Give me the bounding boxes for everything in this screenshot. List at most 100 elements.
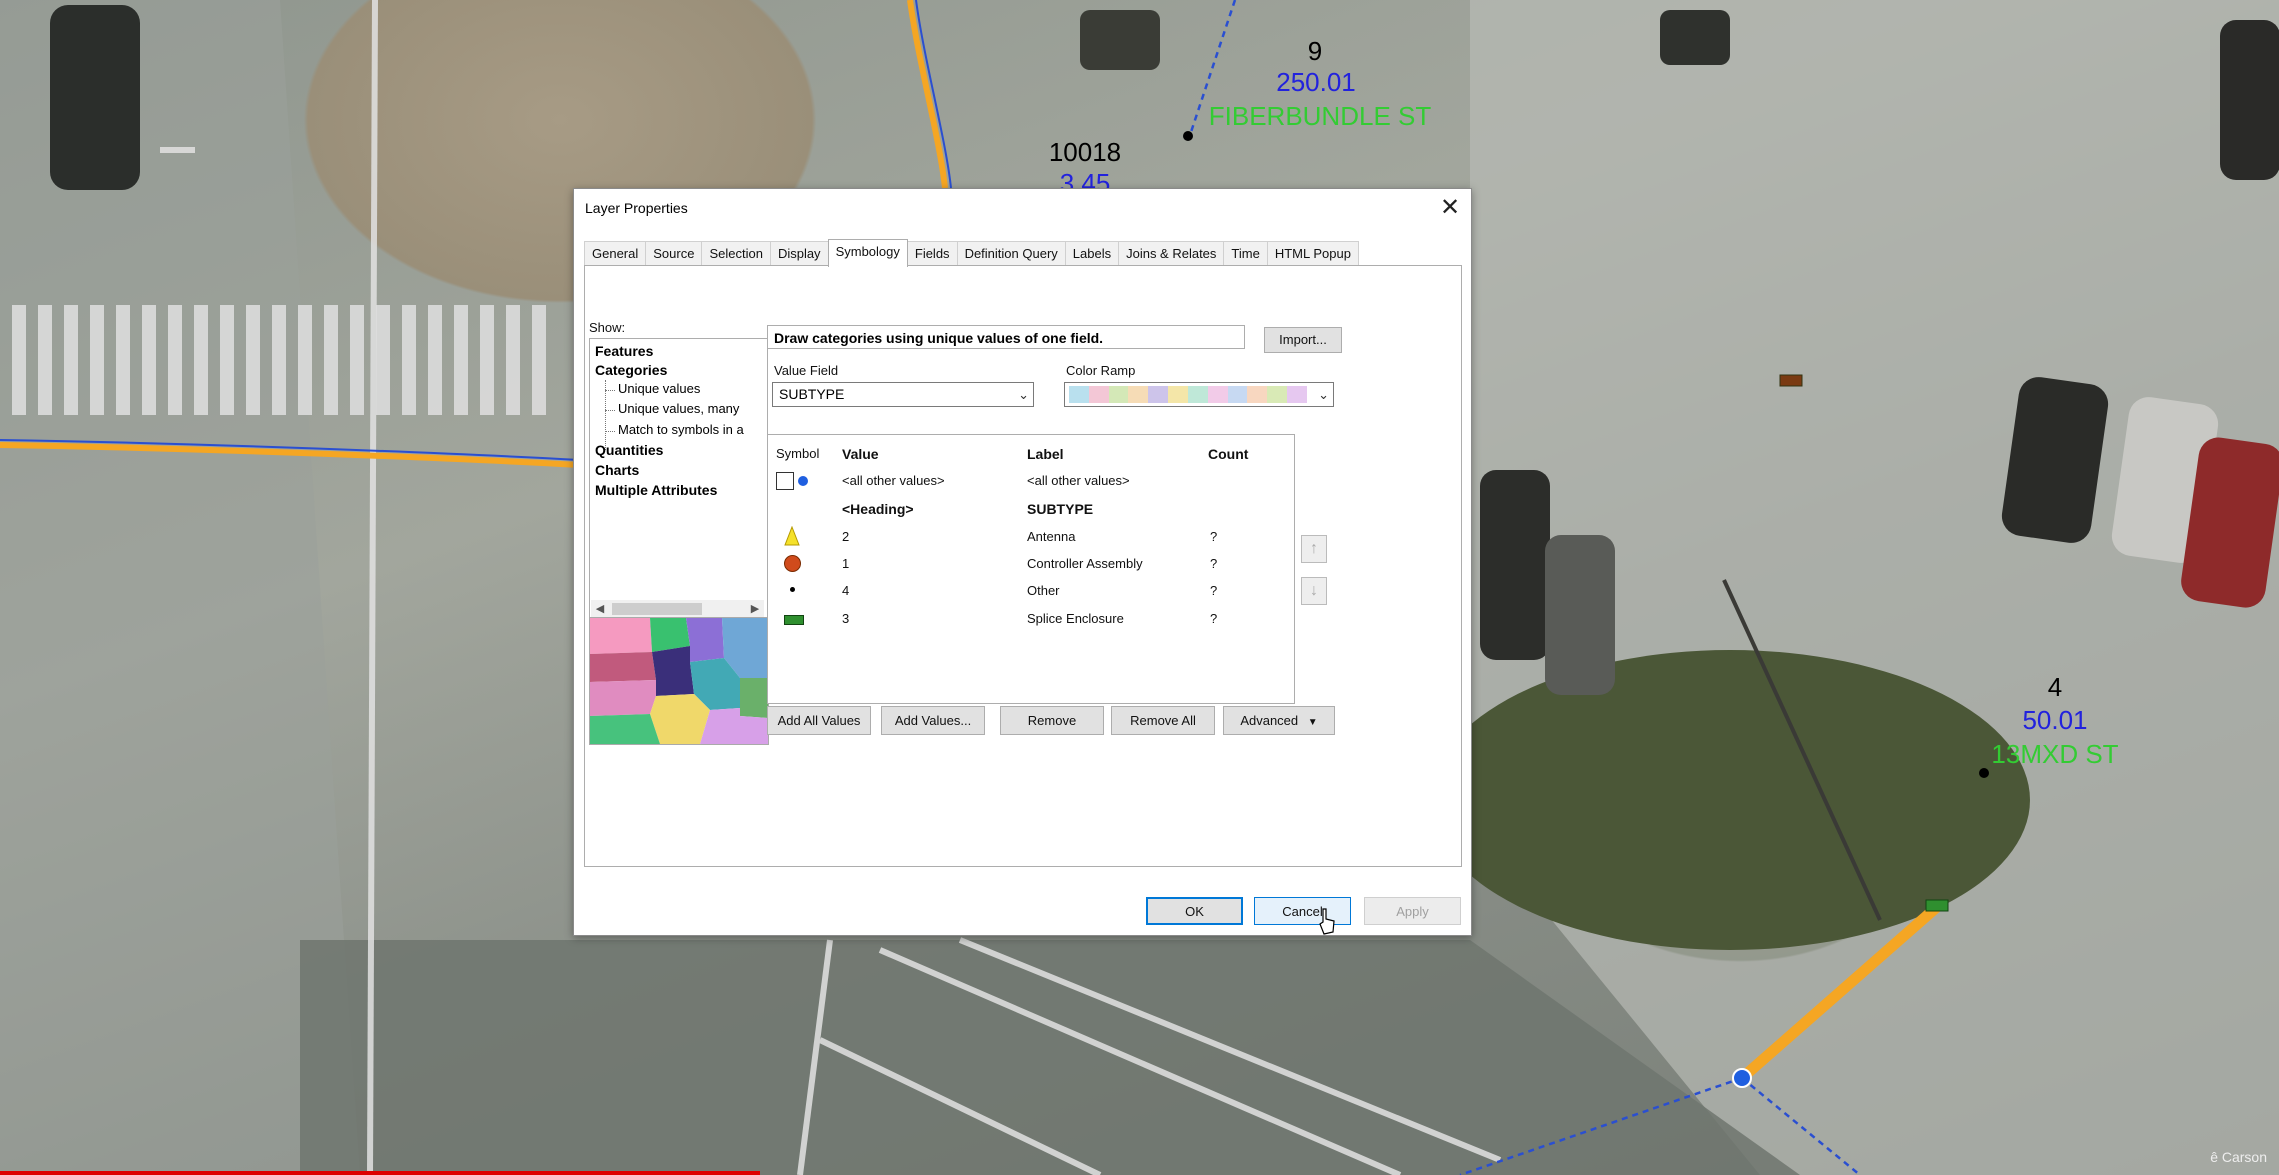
tab-time[interactable]: Time <box>1223 241 1268 266</box>
checkbox[interactable] <box>776 472 794 490</box>
tab-joins-relates[interactable]: Joins & Relates <box>1118 241 1225 266</box>
chevron-down-icon[interactable]: ⌄ <box>1018 383 1029 406</box>
move-up-icon[interactable]: ↑ <box>1301 535 1327 563</box>
color-ramp-swatch-4 <box>1148 386 1169 403</box>
row-label: SUBTYPE <box>1027 501 1094 517</box>
value-field-select[interactable]: SUBTYPE ⌄ <box>772 382 1034 407</box>
row-label: Other <box>1027 583 1060 598</box>
tree-item-charts[interactable]: Charts <box>595 462 639 478</box>
map-label-id: 9 <box>1307 36 1323 66</box>
tab-strip: General Source Selection Display Symbolo… <box>584 239 1359 267</box>
advanced-label: Advanced <box>1240 713 1299 728</box>
color-ramp-swatch-2 <box>1108 386 1129 403</box>
color-ramp-swatch-3 <box>1128 386 1149 403</box>
tab-display[interactable]: Display <box>769 241 829 266</box>
tree-item-categories[interactable]: Categories <box>595 362 667 378</box>
tree-item-multiple-attributes[interactable]: Multiple Attributes <box>595 482 717 498</box>
value-field-value: SUBTYPE <box>779 386 845 402</box>
row-value: 3 <box>842 611 850 626</box>
show-label: Show: <box>589 320 626 335</box>
color-ramp-label: Color Ramp <box>1066 363 1136 378</box>
tab-labels[interactable]: Labels <box>1064 241 1120 266</box>
controller-assembly-icon <box>784 555 801 572</box>
map-label-type: FIBERBUNDLE ST <box>1208 101 1432 131</box>
tab-fields[interactable]: Fields <box>906 241 958 266</box>
row-value: <Heading> <box>842 501 914 517</box>
tree-item-features[interactable]: Features <box>595 343 653 359</box>
row-value: 4 <box>842 583 850 598</box>
row-value: <all other values> <box>842 473 945 488</box>
layer-properties-dialog: Layer Properties ✕ General Source Select… <box>573 188 1472 936</box>
add-all-values-button[interactable]: Add All Values <box>767 706 871 735</box>
tab-definition-query[interactable]: Definition Query <box>956 241 1066 266</box>
column-header-count[interactable]: Count <box>1208 446 1248 462</box>
dialog-titlebar[interactable]: Layer Properties ✕ <box>574 189 1471 229</box>
remove-all-button[interactable]: Remove All <box>1111 706 1215 735</box>
apply-button[interactable]: Apply <box>1364 897 1461 925</box>
scroll-right-icon[interactable]: ▶ <box>746 600 764 618</box>
tab-general[interactable]: General <box>584 241 647 266</box>
tab-symbology[interactable]: Symbology <box>827 239 908 267</box>
dialog-title: Layer Properties <box>585 200 688 216</box>
tree-scrollbar[interactable]: ◀ ▶ <box>591 600 764 618</box>
chevron-down-icon[interactable]: ⌄ <box>1318 383 1329 406</box>
show-tree[interactable]: Features Categories Unique values Unique… <box>589 338 768 620</box>
row-label: <all other values> <box>1027 473 1130 488</box>
column-header-value[interactable]: Value <box>842 446 879 462</box>
map-label-value: 3.45 <box>1059 168 1111 188</box>
column-header-label[interactable]: Label <box>1027 446 1064 462</box>
add-values-button[interactable]: Add Values... <box>881 706 985 735</box>
column-header-symbol[interactable]: Symbol <box>776 446 819 461</box>
row-label: Controller Assembly <box>1027 556 1143 571</box>
map-label-value: 50.01 <box>2022 705 2088 735</box>
row-value: 1 <box>842 556 850 571</box>
all-other-values-icon <box>798 476 808 486</box>
color-ramp-swatch-11 <box>1287 386 1307 403</box>
other-dot-icon <box>790 587 795 592</box>
tab-html-popup[interactable]: HTML Popup <box>1266 241 1359 266</box>
scroll-left-icon[interactable]: ◀ <box>591 600 609 618</box>
map-label-id: 10018 <box>1048 137 1122 167</box>
import-button[interactable]: Import... <box>1264 327 1342 353</box>
color-ramp-swatch <box>1069 386 1307 403</box>
close-icon[interactable]: ✕ <box>1435 193 1465 223</box>
row-value: 2 <box>842 529 850 544</box>
antenna-icon <box>784 526 800 546</box>
map-label-id: 4 <box>2047 672 2063 702</box>
row-label: Antenna <box>1027 529 1076 544</box>
map-label-type: 13MXD ST <box>1991 739 2119 769</box>
row-count: ? <box>1210 611 1218 626</box>
color-ramp-swatch-1 <box>1088 386 1109 403</box>
row-label: Splice Enclosure <box>1027 611 1124 626</box>
row-count: ? <box>1210 583 1218 598</box>
tab-selection[interactable]: Selection <box>701 241 771 266</box>
remove-button[interactable]: Remove <box>1000 706 1104 735</box>
color-ramp-swatch-10 <box>1267 386 1288 403</box>
dropdown-arrow-icon: ▼ <box>1307 717 1318 728</box>
move-down-icon[interactable]: ↓ <box>1301 577 1327 605</box>
tab-source[interactable]: Source <box>645 241 703 266</box>
color-ramp-swatch-9 <box>1247 386 1268 403</box>
color-ramp-swatch-5 <box>1168 386 1188 403</box>
symbol-value-table[interactable]: Symbol Value Label Count <all other valu… <box>767 434 1295 704</box>
tree-item-match-symbols[interactable]: Match to symbols in a <box>618 422 744 437</box>
advanced-button[interactable]: Advanced ▼ <box>1223 706 1335 735</box>
color-ramp-swatch-7 <box>1207 386 1228 403</box>
map-label-value: 250.01 <box>1276 67 1356 97</box>
color-ramp-select[interactable]: ⌄ <box>1064 382 1334 407</box>
row-count: ? <box>1210 529 1218 544</box>
watermark: ê Carson <box>2210 1149 2267 1165</box>
states-preview-icon <box>590 618 768 744</box>
color-ramp-swatch-8 <box>1227 386 1248 403</box>
symbology-preview-map <box>589 617 769 745</box>
tree-item-unique-values-many[interactable]: Unique values, many <box>618 401 739 416</box>
progress-bar <box>0 1171 760 1175</box>
tree-item-quantities[interactable]: Quantities <box>595 442 663 458</box>
ok-button[interactable]: OK <box>1146 897 1243 925</box>
scroll-thumb[interactable] <box>612 603 702 615</box>
value-field-label: Value Field <box>774 363 839 378</box>
tree-item-unique-values[interactable]: Unique values <box>618 381 700 396</box>
mouse-cursor-icon <box>1319 908 1335 935</box>
splice-enclosure-icon <box>784 615 804 625</box>
color-ramp-swatch-0 <box>1069 386 1089 403</box>
